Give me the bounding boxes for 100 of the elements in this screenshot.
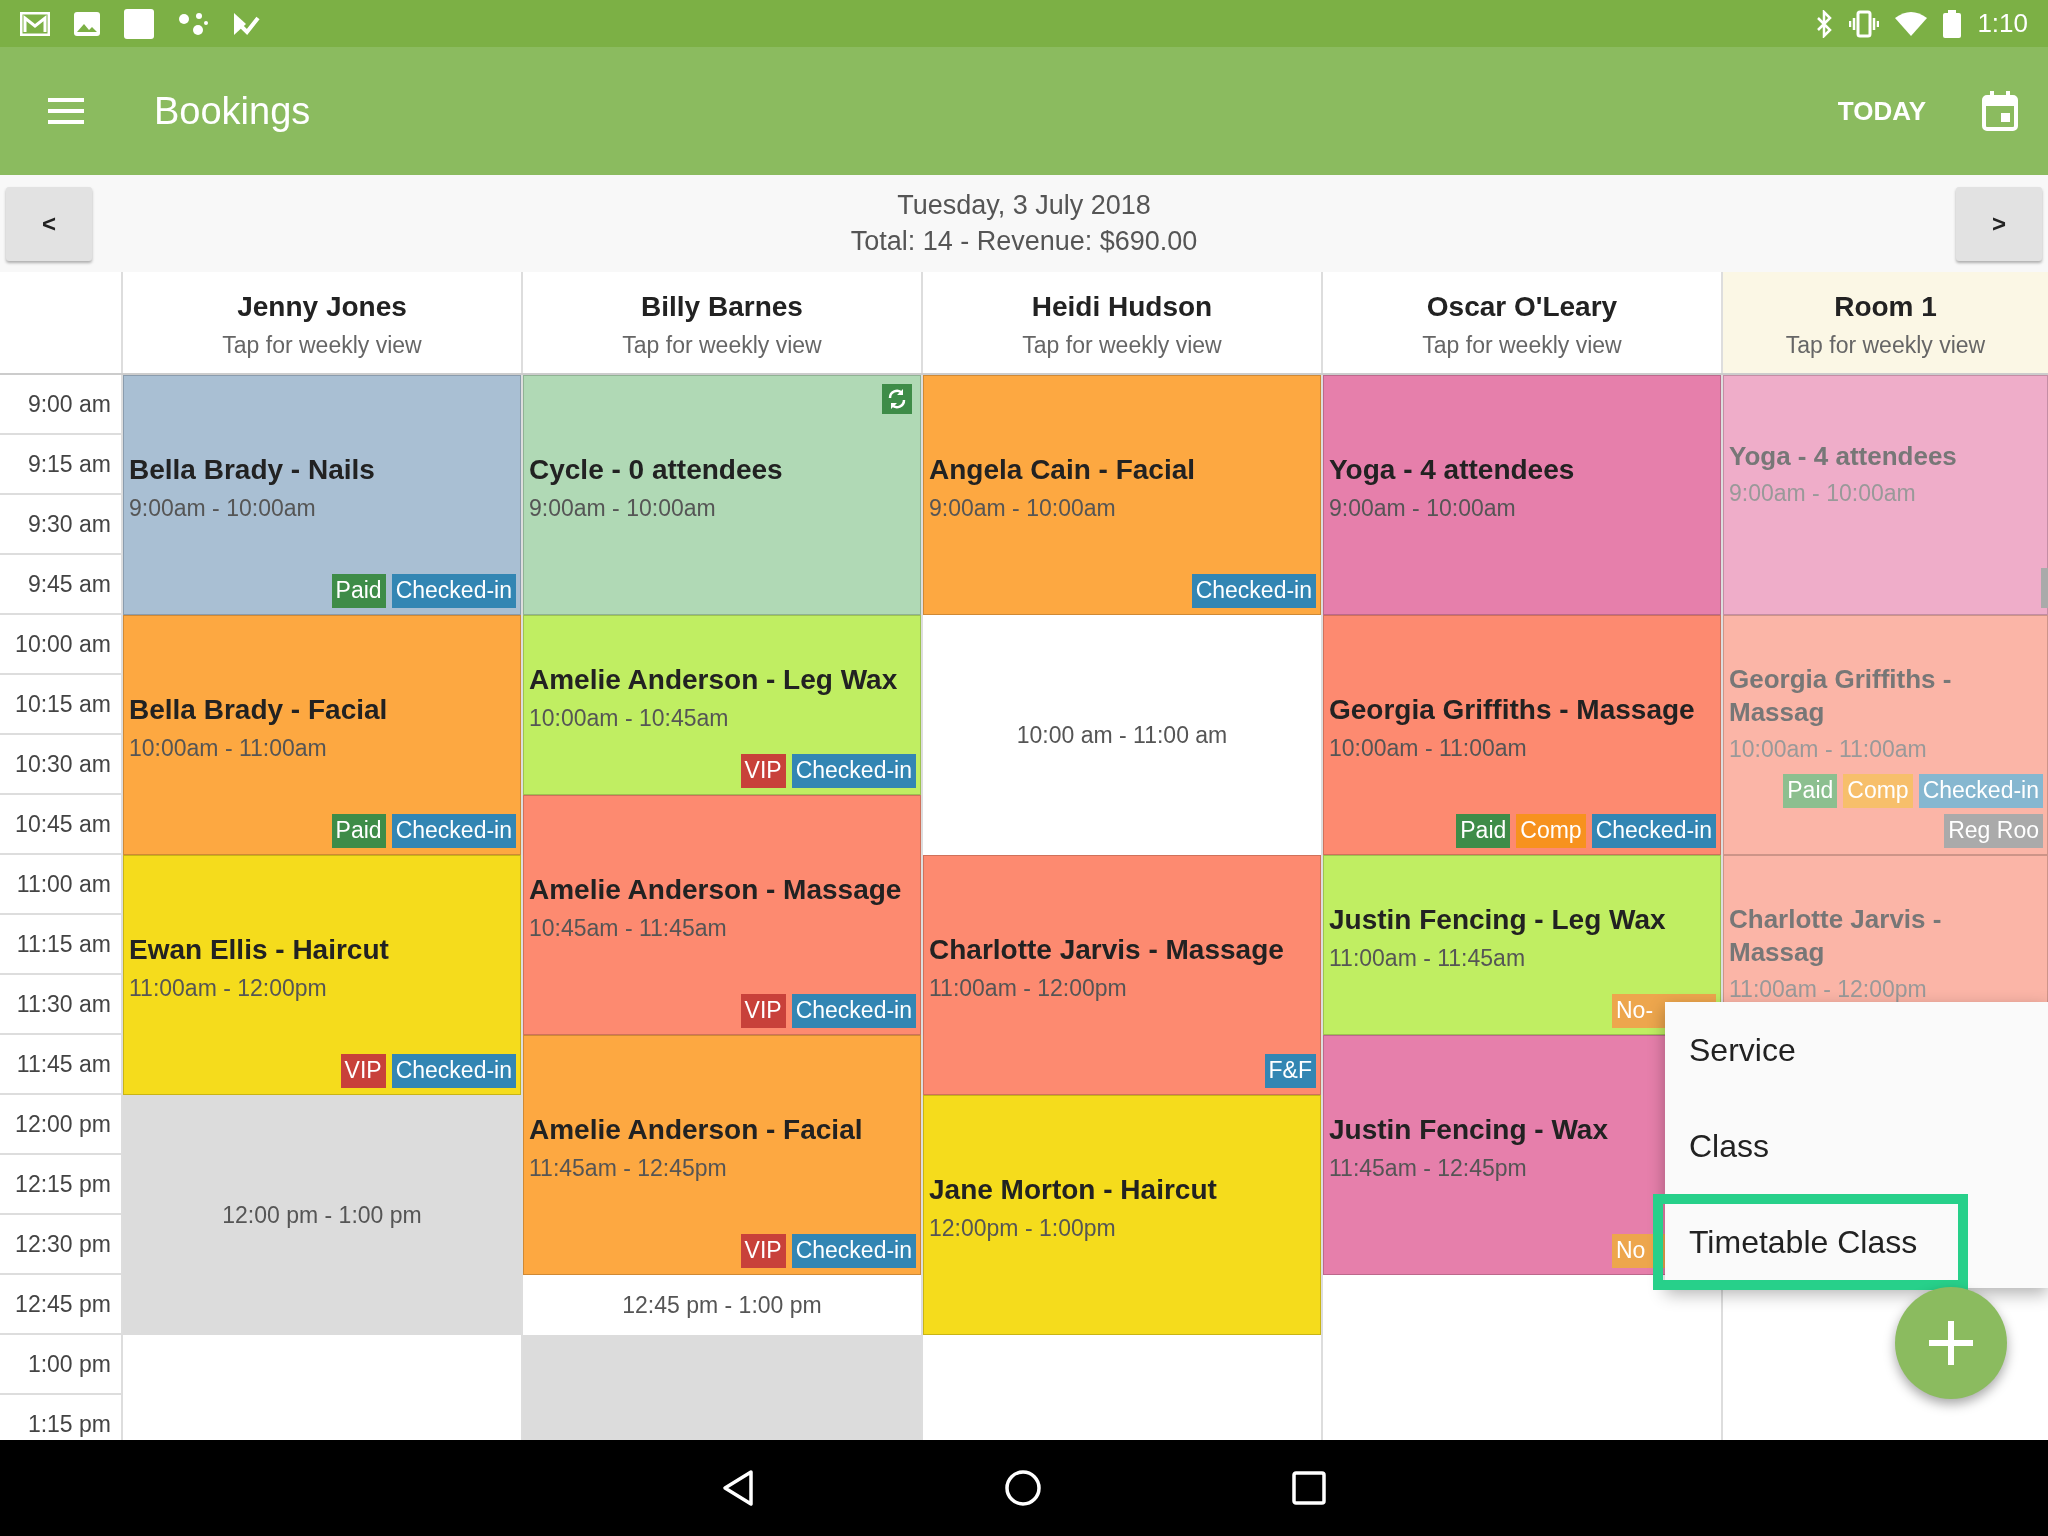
bluetooth-icon [1815,9,1834,38]
status-tag: Checked-in [791,754,916,788]
battery-icon [1943,9,1962,38]
image-icon [74,11,100,36]
booking-title: Amelie Anderson - Massage [529,873,903,908]
status-tag: Paid [1456,814,1511,848]
column-name: Oscar O'Leary [1425,290,1619,324]
status-tag: VIP [740,754,786,788]
status-tag: Checked-in [791,994,916,1028]
column-name: Jenny Jones [236,290,408,324]
home-icon[interactable] [1004,1469,1042,1507]
mail-icon [20,11,50,36]
next-day-button[interactable]: > [1956,187,2042,261]
checkmark-icon [232,10,260,37]
status-tag: Paid [331,814,386,848]
time-label: 10:45 am [0,795,121,855]
weekly-view-hint: Tap for weekly view [1784,331,1987,360]
booking-time: 11:45am - 12:45pm [1329,1154,1528,1184]
booking-title: Georgia Griffiths - Massage [1329,693,1696,728]
time-label: 11:45 am [0,1035,121,1095]
status-tag: Checked-in [1191,574,1316,608]
time-label: 10:30 am [0,735,121,795]
booking-card[interactable]: Justin Fencing - Leg Wax 11:00am - 11:45am No- [1323,855,1721,1035]
booking-time: 9:00am - 10:00am [929,494,1117,524]
column-header[interactable]: Room 1 Tap for weekly view [1721,272,2048,373]
status-tag: Paid [331,574,386,608]
column-name: Billy Barnes [640,290,804,324]
status-tag: Checked-in [1591,814,1716,848]
status-tag: Comp [1516,814,1586,848]
booking-time: 11:00am - 11:45am [1329,944,1527,974]
booking-time: 11:45am - 12:45pm [529,1154,728,1184]
booking-card[interactable]: Bella Brady - Facial 10:00am - 11:00am Paid Checked-in [123,615,521,855]
status-tag: Checked-in [791,1234,916,1268]
status-tag: F&F [1264,1054,1316,1088]
dots-icon [178,10,208,37]
time-label: 12:30 pm [0,1215,121,1275]
status-tag: Checked-in [391,1054,516,1088]
booking-title: Yoga - 4 attendees [1729,439,1958,472]
plus-icon [1929,1321,1973,1365]
booking-card[interactable]: Amelie Anderson - Massage 10:45am - 11:45am VIP Checked-in [523,795,921,1035]
recents-icon[interactable] [1292,1471,1326,1505]
booking-card[interactable]: Jane Morton - Haircut 12:00pm - 1:00pm [923,1095,1321,1335]
menu-item[interactable]: Timetable Class [1653,1194,1968,1290]
booking-time: 9:00am - 10:00am [129,494,317,524]
free-slot[interactable]: 12:00 pm - 1:00 pm [123,1095,521,1335]
booking-card[interactable]: Bella Brady - Nails 9:00am - 10:00am Paid Checked-in [123,375,521,615]
booking-title: Charlotte Jarvis - Massage [929,933,1285,968]
booking-card[interactable]: Cycle - 0 attendees 9:00am - 10:00am [523,375,921,615]
time-label: 10:15 am [0,675,121,735]
booking-title: Charlotte Jarvis - Massag [1729,903,1943,969]
booking-card[interactable]: Amelie Anderson - Leg Wax 10:00am - 10:45am VIP Checked-in [523,615,921,795]
previous-day-button[interactable]: < [6,187,92,261]
status-tag: Paid [1783,774,1838,809]
weekly-view-hint: Tap for weekly view [621,331,823,360]
square-icon [124,8,154,39]
weekly-view-hint: Tap for weekly view [1021,331,1223,360]
weekly-view-hint: Tap for weekly view [221,331,423,360]
booking-time: 12:00pm - 1:00pm [929,1214,1117,1244]
booking-title: Amelie Anderson - Leg Wax [529,663,899,698]
page-title: Bookings [154,88,311,134]
booking-card[interactable]: Georgia Griffiths - Massage 10:00am - 11:00am Paid Comp Checked-in [1323,615,1721,855]
booking-title: Angela Cain - Facial [929,453,1197,488]
status-tag: Checked-in [391,814,516,848]
booking-card[interactable]: Ewan Ellis - Haircut 11:00am - 12:00pm VIP Checked-in [123,855,521,1095]
booking-title: Georgia Griffiths - Massag [1729,663,1953,729]
booking-card[interactable]: Charlotte Jarvis - Massage 11:00am - 12:00pm F&F [923,855,1321,1095]
time-label: 9:45 am [0,555,121,615]
booking-time: 9:00am - 10:00am [1329,494,1517,524]
booking-title: Amelie Anderson - Facial [529,1113,864,1148]
booking-title: Bella Brady - Facial [129,693,389,728]
booking-time: 11:00am - 12:00pm [929,974,1128,1004]
time-label: 9:00 am [0,375,121,435]
status-tag: Comp [1843,774,1913,809]
vibrate-icon [1849,9,1880,38]
booking-title: Bella Brady - Nails [129,453,376,488]
weekly-view-hint: Tap for weekly view [1421,331,1623,360]
status-tag: VIP [740,994,786,1028]
booking-card[interactable]: Angela Cain - Facial 9:00am - 10:00am Checked-in [923,375,1321,615]
booking-card[interactable]: Amelie Anderson - Facial 11:45am - 12:45pm VIP Checked-in [523,1035,921,1275]
time-label: 10:00 am [0,615,121,675]
status-tag: VIP [740,1234,786,1268]
booking-card[interactable]: Yoga - 4 attendees 9:00am - 10:00am [1323,375,1721,615]
back-icon[interactable] [722,1469,754,1507]
status-tag: Checked-in [1918,774,2043,809]
column-name: Room 1 [1833,290,1938,324]
time-label: 9:15 am [0,435,121,495]
time-label: 11:15 am [0,915,121,975]
time-label: 9:30 am [0,495,121,555]
booking-time: 10:00am - 11:00am [1729,735,1928,765]
time-label: 11:00 am [0,855,121,915]
booking-title: Ewan Ellis - Haircut [129,933,390,968]
status-tag: Reg Roo [1944,814,2043,848]
time-label: 11:30 am [0,975,121,1035]
status-tag: Checked-in [391,574,516,608]
booking-title: Cycle - 0 attendees [529,453,784,488]
booking-time: 11:00am - 12:00pm [1729,975,1928,1005]
booking-title: Jane Morton - Haircut [929,1173,1218,1208]
time-label: 12:15 pm [0,1155,121,1215]
booking-time: 9:00am - 10:00am [1729,479,1917,508]
booking-time: 9:00am - 10:00am [529,494,717,524]
